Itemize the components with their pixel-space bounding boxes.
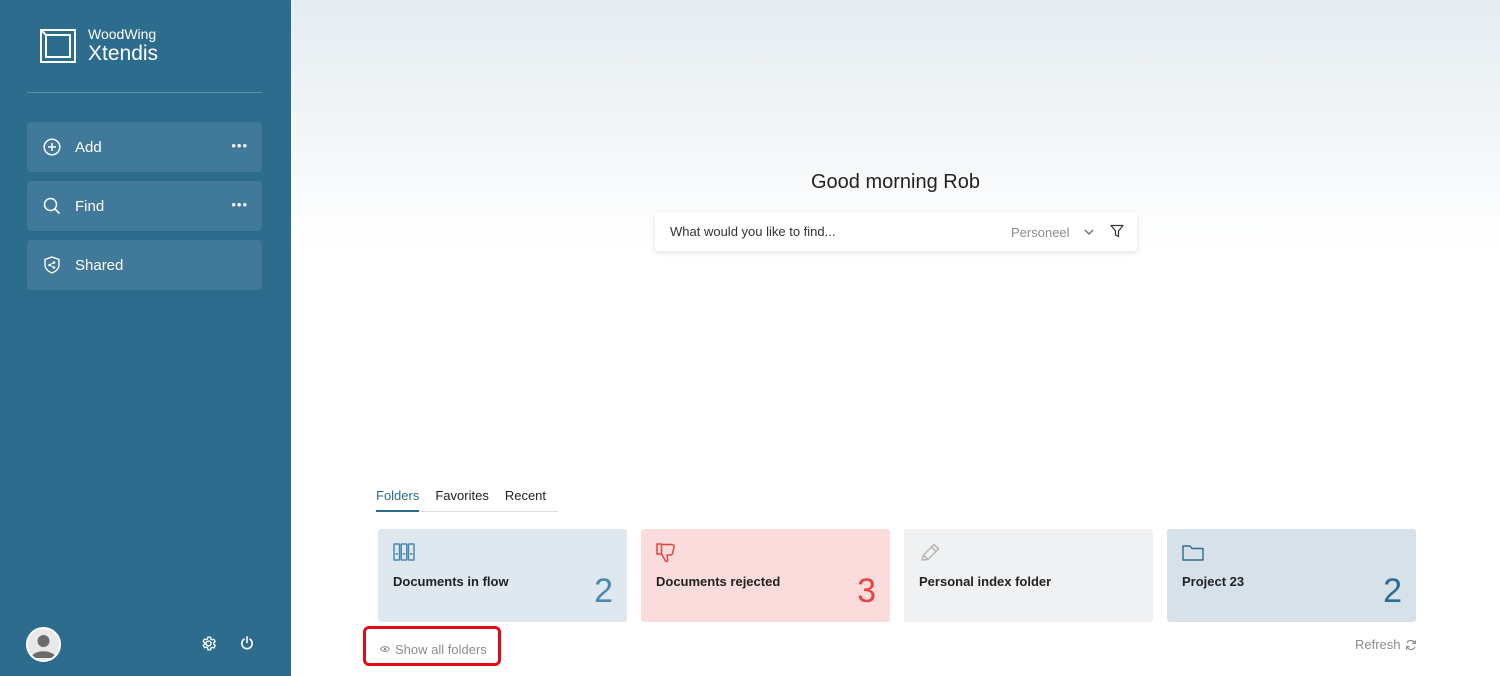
card-label: Documents rejected xyxy=(656,574,781,589)
shield-share-icon xyxy=(43,256,61,274)
sidebar-divider xyxy=(27,92,262,93)
sidebar-item-shared[interactable]: Shared xyxy=(27,240,262,290)
sidebar-item-find[interactable]: Find ••• xyxy=(27,181,262,231)
card-label: Project 23 xyxy=(1182,574,1245,589)
folder-tabs: Folders Favorites Recent xyxy=(376,487,558,512)
show-all-folders-button[interactable]: Show all folders xyxy=(379,640,487,658)
search-input[interactable] xyxy=(670,224,990,239)
sidebar-item-label: Shared xyxy=(75,256,124,274)
logo[interactable]: WoodWing Xtendis xyxy=(40,27,158,64)
chevron-down-icon[interactable] xyxy=(1083,225,1095,237)
filter-icon[interactable] xyxy=(1110,224,1124,238)
more-options-button[interactable]: ••• xyxy=(231,197,248,212)
folder-card-project-23[interactable]: Project 23 2 xyxy=(1167,529,1416,622)
pencil-icon xyxy=(919,543,941,563)
thumbs-down-icon xyxy=(656,543,678,563)
card-label: Personal index folder xyxy=(919,574,1052,589)
plus-circle-icon xyxy=(43,138,61,156)
logo-mark-icon xyxy=(40,28,76,63)
card-count: 2 xyxy=(1383,572,1402,610)
card-count: 2 xyxy=(594,572,613,610)
more-options-button[interactable]: ••• xyxy=(231,138,248,153)
card-label: Documents in flow xyxy=(393,574,509,589)
sidebar-item-label: Add xyxy=(75,138,102,156)
tab-favorites[interactable]: Favorites xyxy=(435,487,488,512)
folder-icon xyxy=(1182,543,1204,563)
refresh-icon xyxy=(1405,639,1417,651)
refresh-label: Refresh xyxy=(1355,637,1401,652)
brand-big: Xtendis xyxy=(88,42,159,65)
card-count: 3 xyxy=(857,572,876,610)
search-bar[interactable]: Personeel xyxy=(655,212,1137,251)
binders-icon xyxy=(393,543,415,563)
show-all-folders-highlight: Show all folders xyxy=(363,626,501,666)
search-icon xyxy=(43,197,61,215)
sidebar: WoodWing Xtendis Add ••• Find ••• Shared xyxy=(0,0,291,676)
avatar[interactable] xyxy=(26,627,61,662)
tab-recent[interactable]: Recent xyxy=(505,487,546,512)
refresh-button[interactable]: Refresh xyxy=(1355,637,1417,652)
folder-card-documents-in-flow[interactable]: Documents in flow 2 xyxy=(378,529,627,622)
tab-folders[interactable]: Folders xyxy=(376,487,420,512)
folder-card-personal-index-folder[interactable]: Personal index folder xyxy=(904,529,1153,622)
folder-card-documents-rejected[interactable]: Documents rejected 3 xyxy=(641,529,890,622)
brand-small: WoodWing xyxy=(88,26,157,42)
eye-icon xyxy=(379,640,391,658)
show-all-folders-label: Show all folders xyxy=(395,641,487,657)
power-icon[interactable] xyxy=(238,634,256,652)
gear-icon[interactable] xyxy=(199,634,217,652)
search-scope-select[interactable]: Personeel xyxy=(1011,225,1070,240)
main-content: Good morning Rob Personeel Folders Favor… xyxy=(291,0,1500,676)
sidebar-item-label: Find xyxy=(75,197,105,215)
sidebar-item-add[interactable]: Add ••• xyxy=(27,122,262,172)
greeting: Good morning Rob xyxy=(811,171,980,193)
